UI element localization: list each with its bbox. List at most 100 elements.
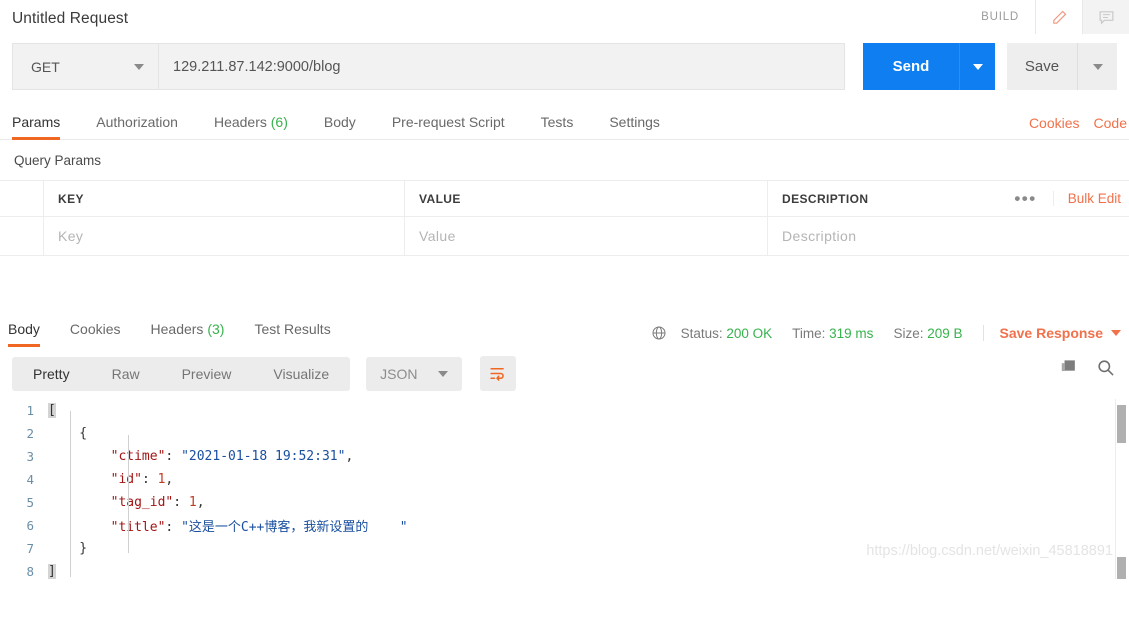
chevron-down-icon (1111, 330, 1121, 336)
code-line: 8] (0, 560, 1129, 579)
key-input[interactable]: Key (44, 217, 405, 255)
line-content: "tag_id": 1, (110, 495, 205, 510)
tab-settings[interactable]: Settings (609, 114, 660, 139)
send-group: Send (863, 43, 995, 90)
view-mode-preview[interactable]: Preview (161, 357, 253, 391)
send-options-button[interactable] (959, 43, 995, 90)
line-content: "title": "这是一个C++博客，我新设置的 " (110, 520, 408, 535)
row-checkbox-cell[interactable] (0, 217, 44, 255)
search-icon[interactable] (1096, 358, 1115, 377)
fold-rail-inner (128, 435, 129, 553)
tab-badge: (6) (270, 114, 288, 130)
response-viewer-actions (1059, 358, 1115, 377)
line-number: 3 (26, 449, 34, 464)
response-tab-test-results[interactable]: Test Results (254, 321, 330, 346)
code-lines: 1[2 {3 "ctime": "2021-01-18 19:52:31", 4 … (0, 399, 1129, 579)
line-content: "ctime": "2021-01-18 19:52:31", (110, 449, 354, 464)
more-options-icon[interactable]: ••• (998, 190, 1052, 207)
query-params-table: KEY VALUE DESCRIPTION ••• Bulk Edit Key … (0, 180, 1129, 256)
title-bar-actions: BUILD (981, 0, 1129, 34)
column-header-description: DESCRIPTION ••• Bulk Edit (768, 181, 1129, 216)
code-line: 6 "title": "这是一个C++博客，我新设置的 " (0, 514, 1129, 537)
chevron-down-icon (437, 370, 448, 377)
save-group: Save (1007, 43, 1117, 90)
tab-label: Pre-request Script (391, 114, 505, 130)
code-line: 2 { (0, 422, 1129, 445)
time-badge: Time: 319 ms (792, 326, 873, 341)
code-link[interactable]: Code (1094, 115, 1127, 131)
http-method-select[interactable]: GET (12, 43, 158, 90)
code-line: 4 "id": 1, (0, 468, 1129, 491)
response-tab-cookies[interactable]: Cookies (70, 321, 121, 346)
scrollbar-thumb[interactable] (1117, 405, 1126, 443)
tab-pre-request-script[interactable]: Pre-request Script (392, 114, 505, 139)
value-input[interactable]: Value (405, 217, 768, 255)
line-number: 1 (26, 403, 34, 418)
size-value: 209 B (927, 325, 963, 341)
response-tabs: Body Cookies Headers (3) Test Results St… (0, 314, 1129, 347)
bulk-edit-button[interactable]: Bulk Edit (1052, 191, 1121, 206)
chevron-down-icon (972, 63, 983, 70)
table-header-actions: ••• Bulk Edit (998, 190, 1129, 207)
tab-label: Body (8, 321, 40, 337)
comments-button[interactable] (1082, 0, 1129, 34)
select-all-cell (0, 181, 44, 216)
word-wrap-button[interactable] (479, 356, 516, 391)
view-mode-visualize[interactable]: Visualize (252, 357, 350, 391)
tab-body[interactable]: Body (324, 114, 356, 139)
line-number: 7 (26, 541, 34, 556)
status-label: Status: (680, 325, 723, 341)
line-number: 4 (26, 472, 34, 487)
code-line: 7 } (0, 537, 1129, 560)
save-response-label: Save Response (999, 325, 1104, 341)
url-bar: GET 129.211.87.142:9000/blog Send Save (0, 38, 1129, 104)
chevron-down-icon (134, 63, 144, 70)
line-number: 6 (26, 518, 34, 533)
response-tab-body[interactable]: Body (8, 321, 40, 347)
column-header-label: DESCRIPTION (782, 191, 869, 206)
view-mode-raw[interactable]: Raw (91, 357, 161, 391)
line-number: 2 (26, 426, 34, 441)
query-params-label: Query Params (14, 153, 102, 168)
line-number: 5 (26, 495, 34, 510)
tab-label: Settings (609, 114, 660, 130)
response-scrollbar[interactable] (1115, 399, 1127, 579)
description-input[interactable]: Description (768, 217, 1129, 255)
line-content: ] (48, 564, 56, 579)
pencil-icon (1052, 10, 1066, 24)
tab-label: Headers (213, 114, 267, 130)
tab-tests[interactable]: Tests (541, 114, 574, 139)
title-bar: Untitled Request BUILD (0, 0, 1129, 38)
url-input[interactable]: 129.211.87.142:9000/blog (158, 43, 845, 90)
request-tabs-links: Cookies Code (1029, 115, 1129, 131)
tab-headers[interactable]: Headers (6) (214, 114, 288, 139)
word-wrap-icon (490, 367, 504, 381)
cookies-link[interactable]: Cookies (1029, 115, 1080, 131)
tab-params[interactable]: Params (12, 114, 61, 140)
edit-request-button[interactable] (1035, 0, 1082, 34)
table-row: Key Value Description (0, 217, 1129, 256)
line-content: { (48, 426, 88, 441)
fold-rail (70, 411, 71, 577)
save-response-button[interactable]: Save Response (982, 325, 1121, 341)
tab-label: Cookies (69, 321, 121, 337)
globe-icon[interactable] (651, 325, 667, 341)
response-format-select[interactable]: JSON (366, 356, 462, 391)
table-header-row: KEY VALUE DESCRIPTION ••• Bulk Edit (0, 180, 1129, 217)
response-tab-headers[interactable]: Headers (3) (151, 321, 225, 346)
copy-icon[interactable] (1059, 358, 1078, 377)
save-button[interactable]: Save (1007, 43, 1077, 90)
tab-authorization[interactable]: Authorization (96, 114, 178, 139)
response-body-viewer[interactable]: 1[2 {3 "ctime": "2021-01-18 19:52:31", 4 … (0, 399, 1129, 579)
tab-label: Headers (150, 321, 204, 337)
scrollbar-thumb-secondary[interactable] (1117, 557, 1126, 579)
send-button[interactable]: Send (863, 43, 959, 90)
save-options-button[interactable] (1077, 43, 1117, 90)
code-line: 3 "ctime": "2021-01-18 19:52:31", (0, 445, 1129, 468)
status-badge: Status: 200 OK (681, 326, 773, 341)
line-content: } (48, 541, 88, 556)
comment-icon (1099, 10, 1113, 25)
tab-badge: (3) (207, 321, 225, 337)
view-mode-pretty[interactable]: Pretty (12, 357, 91, 391)
line-content: "id": 1, (110, 472, 174, 487)
